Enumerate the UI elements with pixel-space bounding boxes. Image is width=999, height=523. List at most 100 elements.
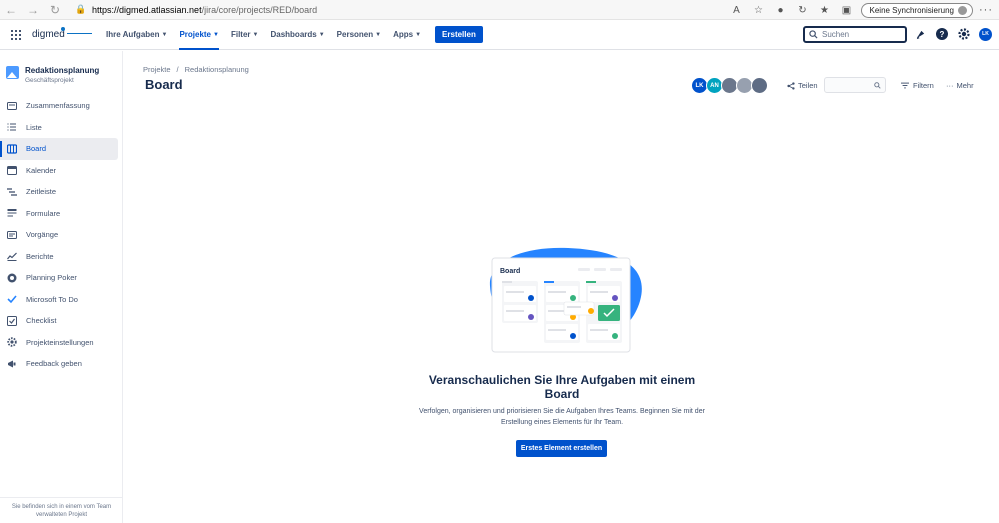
share-label: Teilen	[798, 81, 818, 90]
back-icon[interactable]: ←	[0, 0, 22, 20]
project-sidebar: Redaktionsplanung Geschäftsprojekt Zusam…	[0, 51, 123, 523]
sidebar-item-label: Zusammenfassung	[26, 101, 90, 111]
calendar-icon	[7, 165, 17, 176]
collections-icon[interactable]: ▣	[839, 2, 855, 18]
favorites-icon[interactable]: ★	[817, 2, 833, 18]
reports-icon	[7, 251, 17, 262]
member-avatar[interactable]	[751, 77, 768, 94]
project-name: Redaktionsplanung	[25, 66, 100, 75]
user-avatar[interactable]: LK	[979, 27, 992, 41]
sidebar-item-8[interactable]: Planning Poker	[0, 267, 123, 289]
sidebar-item-0[interactable]: Zusammenfassung	[0, 95, 123, 117]
nav-item-2[interactable]: Filter ▼	[225, 20, 265, 50]
chevron-down-icon: ▼	[318, 31, 325, 38]
nav-item-0[interactable]: Ihre Aufgaben ▼	[100, 20, 173, 50]
summary-icon	[7, 101, 17, 111]
issues-icon	[7, 230, 17, 240]
create-button[interactable]: Erstellen	[435, 26, 483, 43]
address-bar[interactable]: 🔒 https://digmed.atlassian.net/jira/core…	[74, 2, 694, 18]
sidebar-item-label: Projekteinstellungen	[26, 337, 94, 347]
logo-text: digmed	[32, 29, 65, 40]
help-icon[interactable]: ?	[935, 27, 949, 41]
more-button[interactable]: ··· Mehr	[946, 81, 974, 90]
project-type: Geschäftsprojekt	[25, 77, 74, 84]
poker-icon	[7, 273, 17, 283]
more-label: Mehr	[956, 81, 974, 90]
nav-item-label: Personen	[336, 30, 374, 39]
sidebar-item-3[interactable]: Kalender	[0, 160, 123, 182]
refresh-extension-icon[interactable]: ↻	[795, 2, 811, 18]
empty-state-title: Veranschaulichen Sie Ihre Aufgaben mit e…	[428, 373, 696, 402]
site-logo[interactable]: digmed	[32, 26, 92, 43]
nav-item-label: Projekte	[179, 30, 212, 39]
search-icon	[809, 30, 818, 39]
sidebar-item-4[interactable]: Zeitleiste	[0, 181, 123, 203]
board-search-input[interactable]	[824, 77, 886, 93]
sidebar-item-label: Zeitleiste	[26, 187, 57, 197]
nav-item-4[interactable]: Personen ▼	[331, 20, 387, 50]
reload-icon[interactable]: ↻	[44, 0, 66, 20]
read-aloud-icon[interactable]: A	[729, 2, 745, 18]
search-icon	[874, 81, 881, 89]
sidebar-item-10[interactable]: Checklist	[0, 310, 123, 332]
member-avatars: LK AN	[691, 77, 768, 94]
sidebar-item-label: Kalender	[26, 165, 57, 175]
board-illustration: Board	[489, 247, 642, 353]
top-navigation: digmed Ihre Aufgaben ▼ Projekte ▼ Filter ▼ Das…	[0, 20, 999, 50]
browser-menu-icon[interactable]: ···	[979, 4, 993, 16]
profile-avatar	[957, 4, 968, 16]
sidebar-item-label: Formulare	[26, 208, 61, 218]
chevron-down-icon: ▼	[415, 31, 422, 38]
list-icon	[7, 122, 17, 132]
sidebar-item-7[interactable]: Berichte	[0, 246, 123, 268]
sync-label: Keine Synchronisierung	[869, 5, 955, 15]
sync-button[interactable]: Keine Synchronisierung	[860, 2, 973, 18]
breadcrumb: Projekte / Redaktionsplanung	[143, 65, 249, 74]
sidebar-item-6[interactable]: Vorgänge	[0, 224, 123, 246]
share-button[interactable]: Teilen	[787, 81, 818, 90]
extension-icon[interactable]: ●	[773, 2, 789, 18]
notifications-icon[interactable]	[913, 27, 927, 41]
checklist-icon	[7, 315, 17, 326]
breadcrumb-projects[interactable]: Projekte	[143, 65, 171, 74]
illustration-title: Board	[500, 268, 520, 275]
chevron-down-icon: ▼	[375, 31, 382, 38]
sidebar-item-12[interactable]: Feedback geben	[0, 353, 123, 375]
sidebar-item-5[interactable]: Formulare	[0, 203, 123, 225]
timeline-icon	[7, 187, 17, 197]
nav-item-label: Filter	[230, 30, 251, 39]
empty-state-description: Verfolgen, organisieren und priorisieren…	[419, 408, 705, 426]
create-first-item-button[interactable]: Erstes Element erstellen	[516, 440, 607, 457]
chevron-down-icon: ▼	[213, 31, 219, 38]
todo-icon	[7, 294, 17, 304]
sidebar-item-label: Checklist	[26, 316, 57, 326]
app-switcher-icon[interactable]	[4, 23, 28, 47]
search-input[interactable]	[822, 30, 902, 39]
sidebar-item-label: Microsoft To Do	[26, 294, 78, 304]
board-icon	[7, 144, 17, 154]
sidebar-item-9[interactable]: Microsoft To Do	[0, 289, 123, 311]
chevron-down-icon: ▼	[252, 31, 259, 38]
search-box[interactable]	[803, 26, 907, 43]
browser-toolbar: ← → ↻ 🔒 https://digmed.atlassian.net/jir…	[0, 0, 999, 20]
lock-icon: 🔒	[75, 4, 87, 14]
nav-item-1[interactable]: Projekte ▼	[173, 20, 225, 50]
filter-label: Filtern	[913, 81, 934, 90]
forms-icon	[7, 208, 17, 218]
breadcrumb-project[interactable]: Redaktionsplanung	[185, 65, 249, 74]
project-header[interactable]: Redaktionsplanung Geschäftsprojekt	[6, 66, 99, 84]
breadcrumb-separator: /	[176, 65, 179, 74]
filter-button[interactable]: Filtern	[901, 81, 934, 90]
sidebar-item-11[interactable]: Projekteinstellungen	[0, 332, 123, 354]
sidebar-footer: Sie befinden sich in einem vom Team verw…	[0, 497, 123, 523]
sidebar-item-label: Board	[26, 144, 47, 154]
filter-icon	[901, 82, 909, 89]
sidebar-item-2[interactable]: Board	[0, 138, 118, 160]
favorite-add-icon[interactable]: ☆	[751, 2, 767, 18]
nav-item-3[interactable]: Dashboards ▼	[264, 20, 330, 50]
forward-icon[interactable]: →	[22, 0, 44, 20]
sidebar-item-1[interactable]: Liste	[0, 117, 123, 139]
nav-item-5[interactable]: Apps ▼	[387, 20, 427, 50]
settings-gear-icon[interactable]	[957, 27, 971, 41]
sidebar-item-label: Planning Poker	[26, 273, 77, 283]
